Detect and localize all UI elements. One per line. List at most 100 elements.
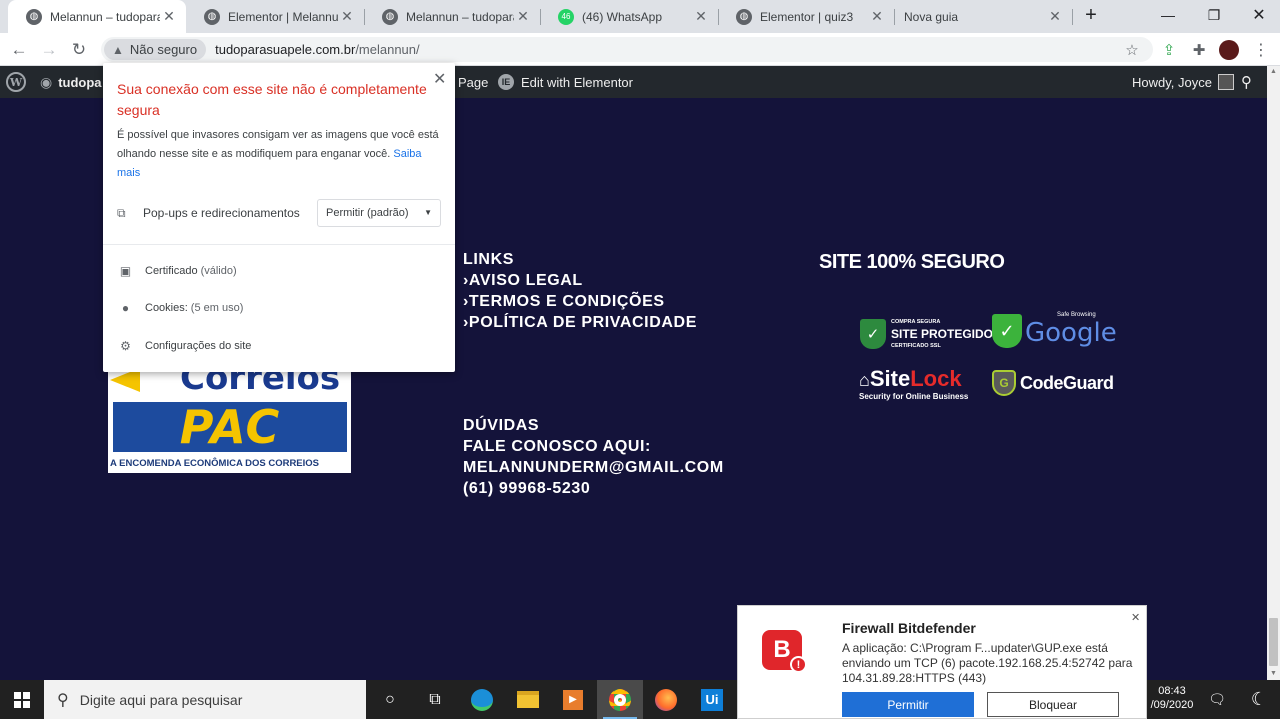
cookies-row[interactable]: ● Cookies: (5 em uso): [117, 298, 437, 318]
file-explorer-icon[interactable]: [505, 680, 551, 719]
lock-icon: ⌂: [859, 370, 870, 390]
codeguard-badge: G CodeGuard: [992, 370, 1114, 396]
contact-heading: DÚVIDAS: [463, 417, 540, 434]
warning-icon: ▲: [112, 42, 124, 57]
notifications-icon[interactable]: 🗨: [1194, 680, 1240, 719]
uipath-icon[interactable]: Ui: [689, 680, 735, 719]
maximize-button[interactable]: ❐: [1191, 0, 1237, 30]
contact-email[interactable]: MELANNUNDERM@GMAIL.COM: [463, 457, 724, 478]
block-button[interactable]: Bloquear: [987, 692, 1119, 717]
url-text[interactable]: tudoparasuapele.com.br/melannun/: [215, 42, 420, 57]
cookie-icon: ●: [121, 301, 130, 315]
edge-icon[interactable]: [459, 680, 505, 719]
close-icon[interactable]: ✕: [1046, 8, 1064, 25]
shield-check-icon: ✓: [860, 319, 886, 349]
scrollbar-thumb[interactable]: [1269, 618, 1278, 666]
correios-subtitle: A ENCOMENDA ECONÔMICA DOS CORREIOS: [110, 458, 320, 469]
reload-button[interactable]: ↻: [66, 37, 92, 63]
windows-logo-icon: [14, 691, 30, 708]
url-domain: tudoparasuapele.com.br: [215, 42, 356, 57]
tab-title: Elementor | quiz3: [760, 9, 854, 24]
permission-select[interactable]: Permitir (padrão) ▼: [317, 199, 441, 227]
close-icon[interactable]: ✕: [338, 8, 356, 25]
link-termos[interactable]: ›TERMOS E CONDIÇÕES: [463, 291, 697, 312]
secure-site-heading: SITE 100% SEGURO: [819, 251, 1005, 273]
firefox-icon[interactable]: [643, 680, 689, 719]
tab-title: Nova guia: [904, 9, 959, 24]
moon-icon[interactable]: ☾: [1236, 680, 1280, 719]
minimize-button[interactable]: —: [1145, 0, 1191, 30]
link-aviso-legal[interactable]: ›AVISO LEGAL: [463, 270, 697, 291]
close-icon[interactable]: ✕: [433, 69, 446, 89]
tab-elementor-quiz3[interactable]: ◍ Elementor | quiz3 ✕: [718, 0, 894, 33]
footer-contact: DÚVIDAS FALE CONOSCO AQUI: MELANNUNDERM@…: [463, 415, 724, 499]
wp-edit-page[interactable]: Page: [458, 66, 488, 98]
new-tab-button[interactable]: +: [1068, 0, 1114, 30]
address-bar[interactable]: ▲ Não seguro tudoparasuapele.com.br/mela…: [101, 37, 1153, 62]
tab-title: (46) WhatsApp: [582, 9, 663, 24]
wp-account-menu[interactable]: Howdy, Joyce: [1132, 66, 1234, 98]
gear-icon: ⚙: [120, 339, 131, 353]
menu-kebab-icon[interactable]: ⋮: [1250, 39, 1272, 61]
search-icon: ⚲: [57, 691, 69, 709]
window-close-button[interactable]: ✕: [1236, 0, 1280, 30]
tab-melannun-1[interactable]: ◍ Melannun – tudoparasu ✕: [8, 0, 186, 33]
toast-title: Firewall Bitdefender: [842, 620, 976, 636]
wordpress-logo-icon[interactable]: W: [6, 66, 26, 98]
codeguard-shield-icon: G: [992, 370, 1016, 396]
shield-check-icon: ✓: [992, 314, 1022, 348]
close-icon[interactable]: ✕: [868, 8, 886, 25]
toast-message: A aplicação: C:\Program F...updater\GUP.…: [842, 641, 1133, 685]
profile-avatar[interactable]: [1218, 39, 1240, 61]
taskbar-search-input[interactable]: ⚲ Digite aqui para pesquisar: [44, 680, 366, 719]
bitdefender-firewall-toast: B ! Firewall Bitdefender A aplicação: C:…: [737, 605, 1147, 719]
tab-melannun-2[interactable]: ◍ Melannun – tudoparasu ✕: [364, 0, 540, 33]
insecure-description: É possível que invasores consigam ver as…: [117, 129, 439, 179]
certificate-row[interactable]: ▣ Certificado (válido): [117, 261, 437, 281]
cortana-icon[interactable]: ○: [367, 680, 413, 719]
extension-download-icon[interactable]: ⇪: [1158, 39, 1180, 61]
site-info-popup: Sua conexão com esse site não é completa…: [103, 63, 455, 372]
scroll-down-arrow[interactable]: ▼: [1270, 670, 1277, 677]
back-button[interactable]: ←: [6, 37, 32, 63]
tab-elementor-melannun[interactable]: ◍ Elementor | Melannun ✕: [186, 0, 364, 33]
globe-icon: ◍: [204, 8, 220, 25]
chevron-down-icon: ▼: [424, 208, 432, 217]
media-player-icon[interactable]: ▶: [550, 680, 596, 719]
site-protegido-badge: ✓ COMPRA SEGURA SITE PROTEGIDO CERTIFICA…: [860, 317, 993, 351]
whatsapp-icon: 46: [558, 8, 574, 25]
tab-whatsapp[interactable]: 46 (46) WhatsApp ✕: [540, 0, 718, 33]
scroll-up-arrow[interactable]: ▲: [1270, 68, 1277, 75]
site-settings-row[interactable]: ⚙ Configurações do site: [117, 336, 437, 356]
forward-button[interactable]: →: [36, 37, 62, 63]
tab-nova-guia[interactable]: Nova guia ✕: [894, 0, 1072, 33]
globe-icon: ◍: [382, 8, 398, 25]
bookmark-star-icon[interactable]: ☆: [1121, 39, 1143, 61]
wp-edit-elementor[interactable]: IE Edit with Elementor: [498, 66, 633, 98]
close-icon[interactable]: ✕: [692, 8, 710, 25]
certificate-icon: ▣: [119, 264, 132, 278]
search-icon[interactable]: ⚲: [1241, 66, 1252, 98]
contact-phone: (61) 99968-5230: [463, 480, 591, 497]
tab-title: Melannun – tudoparasu: [50, 9, 160, 24]
user-avatar: [1217, 74, 1234, 90]
security-chip[interactable]: ▲ Não seguro: [104, 39, 207, 60]
task-view-icon[interactable]: ⧉: [412, 680, 458, 719]
start-button[interactable]: [0, 680, 44, 719]
link-privacidade[interactable]: ›POLÍTICA DE PRIVACIDADE: [463, 312, 697, 333]
wp-site-menu[interactable]: ◉ tudopa: [40, 66, 102, 98]
close-icon[interactable]: ✕: [160, 8, 178, 25]
globe-icon: ◍: [26, 8, 42, 25]
allow-button[interactable]: Permitir: [842, 692, 974, 717]
divider: [103, 244, 455, 245]
tab-title: Melannun – tudoparasu: [406, 9, 514, 24]
contact-subheading: FALE CONOSCO AQUI:: [463, 438, 651, 455]
chrome-icon[interactable]: [597, 680, 643, 719]
tab-title: Elementor | Melannun: [228, 9, 338, 24]
page-scrollbar[interactable]: ▲ ▼: [1267, 66, 1280, 680]
extensions-puzzle-icon[interactable]: ✚: [1188, 39, 1210, 61]
elementor-icon: IE: [498, 74, 514, 90]
close-icon[interactable]: ✕: [1131, 611, 1140, 624]
pac-box: PAC: [113, 400, 347, 454]
close-icon[interactable]: ✕: [514, 8, 532, 25]
